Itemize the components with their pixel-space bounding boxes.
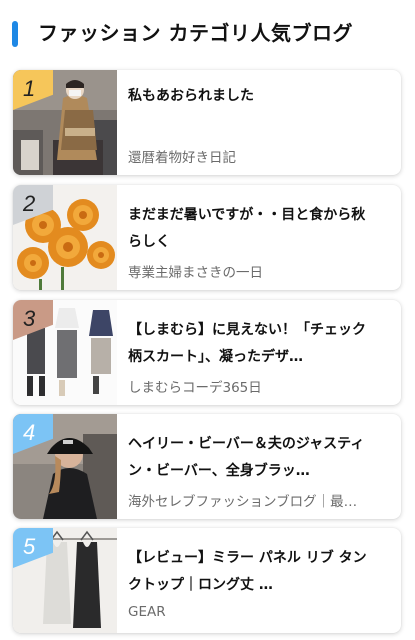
rank-number: 1 [23, 76, 36, 101]
article-title[interactable]: 私もあおられました [128, 83, 378, 110]
blog-name[interactable]: 還暦着物好き日記 [128, 146, 386, 166]
blog-name[interactable]: 専業主婦まさきの一日 [128, 261, 386, 281]
ranking-card-4[interactable]: 4 ヘイリー・ビーバー＆夫のジャスティン・ビーバー、全身ブラッ… 海外セレブファ… [13, 414, 401, 519]
rank-number: 3 [23, 306, 36, 331]
ranking-card-3[interactable]: 3 【しまむら】に見えない！「チェック柄スカート」、凝ったデザ… しまむらコーデ… [13, 300, 401, 405]
ranking-card-5[interactable]: 5 【レビュー】ミラー パネル リブ タンクトップ｜ロング丈 … GEAR [13, 528, 401, 633]
article-title[interactable]: 【レビュー】ミラー パネル リブ タンクトップ｜ロング丈 … [128, 545, 378, 599]
ranking-card-1[interactable]: 1 私もあおられました 還暦着物好き日記 [13, 70, 401, 175]
rank-number: 5 [23, 534, 36, 559]
blog-name[interactable]: しまむらコーデ365日 [128, 376, 386, 396]
ranking-card-2[interactable]: 2 まだまだ暑いですが・・目と食から秋らしく 専業主婦まさきの一日 [13, 185, 401, 290]
page-title: ファッション カテゴリ人気ブログ [38, 21, 353, 45]
rank-number: 4 [23, 420, 36, 445]
section-header: ファッション カテゴリ人気ブログ [0, 0, 415, 62]
blog-name[interactable]: GEAR [128, 604, 386, 620]
header-accent-bar [12, 21, 18, 47]
rank-number: 2 [23, 191, 36, 216]
article-title[interactable]: 【しまむら】に見えない！「チェック柄スカート」、凝ったデザ… [128, 317, 378, 371]
article-title[interactable]: まだまだ暑いですが・・目と食から秋らしく [128, 202, 378, 256]
article-title[interactable]: ヘイリー・ビーバー＆夫のジャスティン・ビーバー、全身ブラッ… [128, 431, 378, 485]
blog-name[interactable]: 海外セレブファッションブログ｜最… [128, 490, 386, 510]
